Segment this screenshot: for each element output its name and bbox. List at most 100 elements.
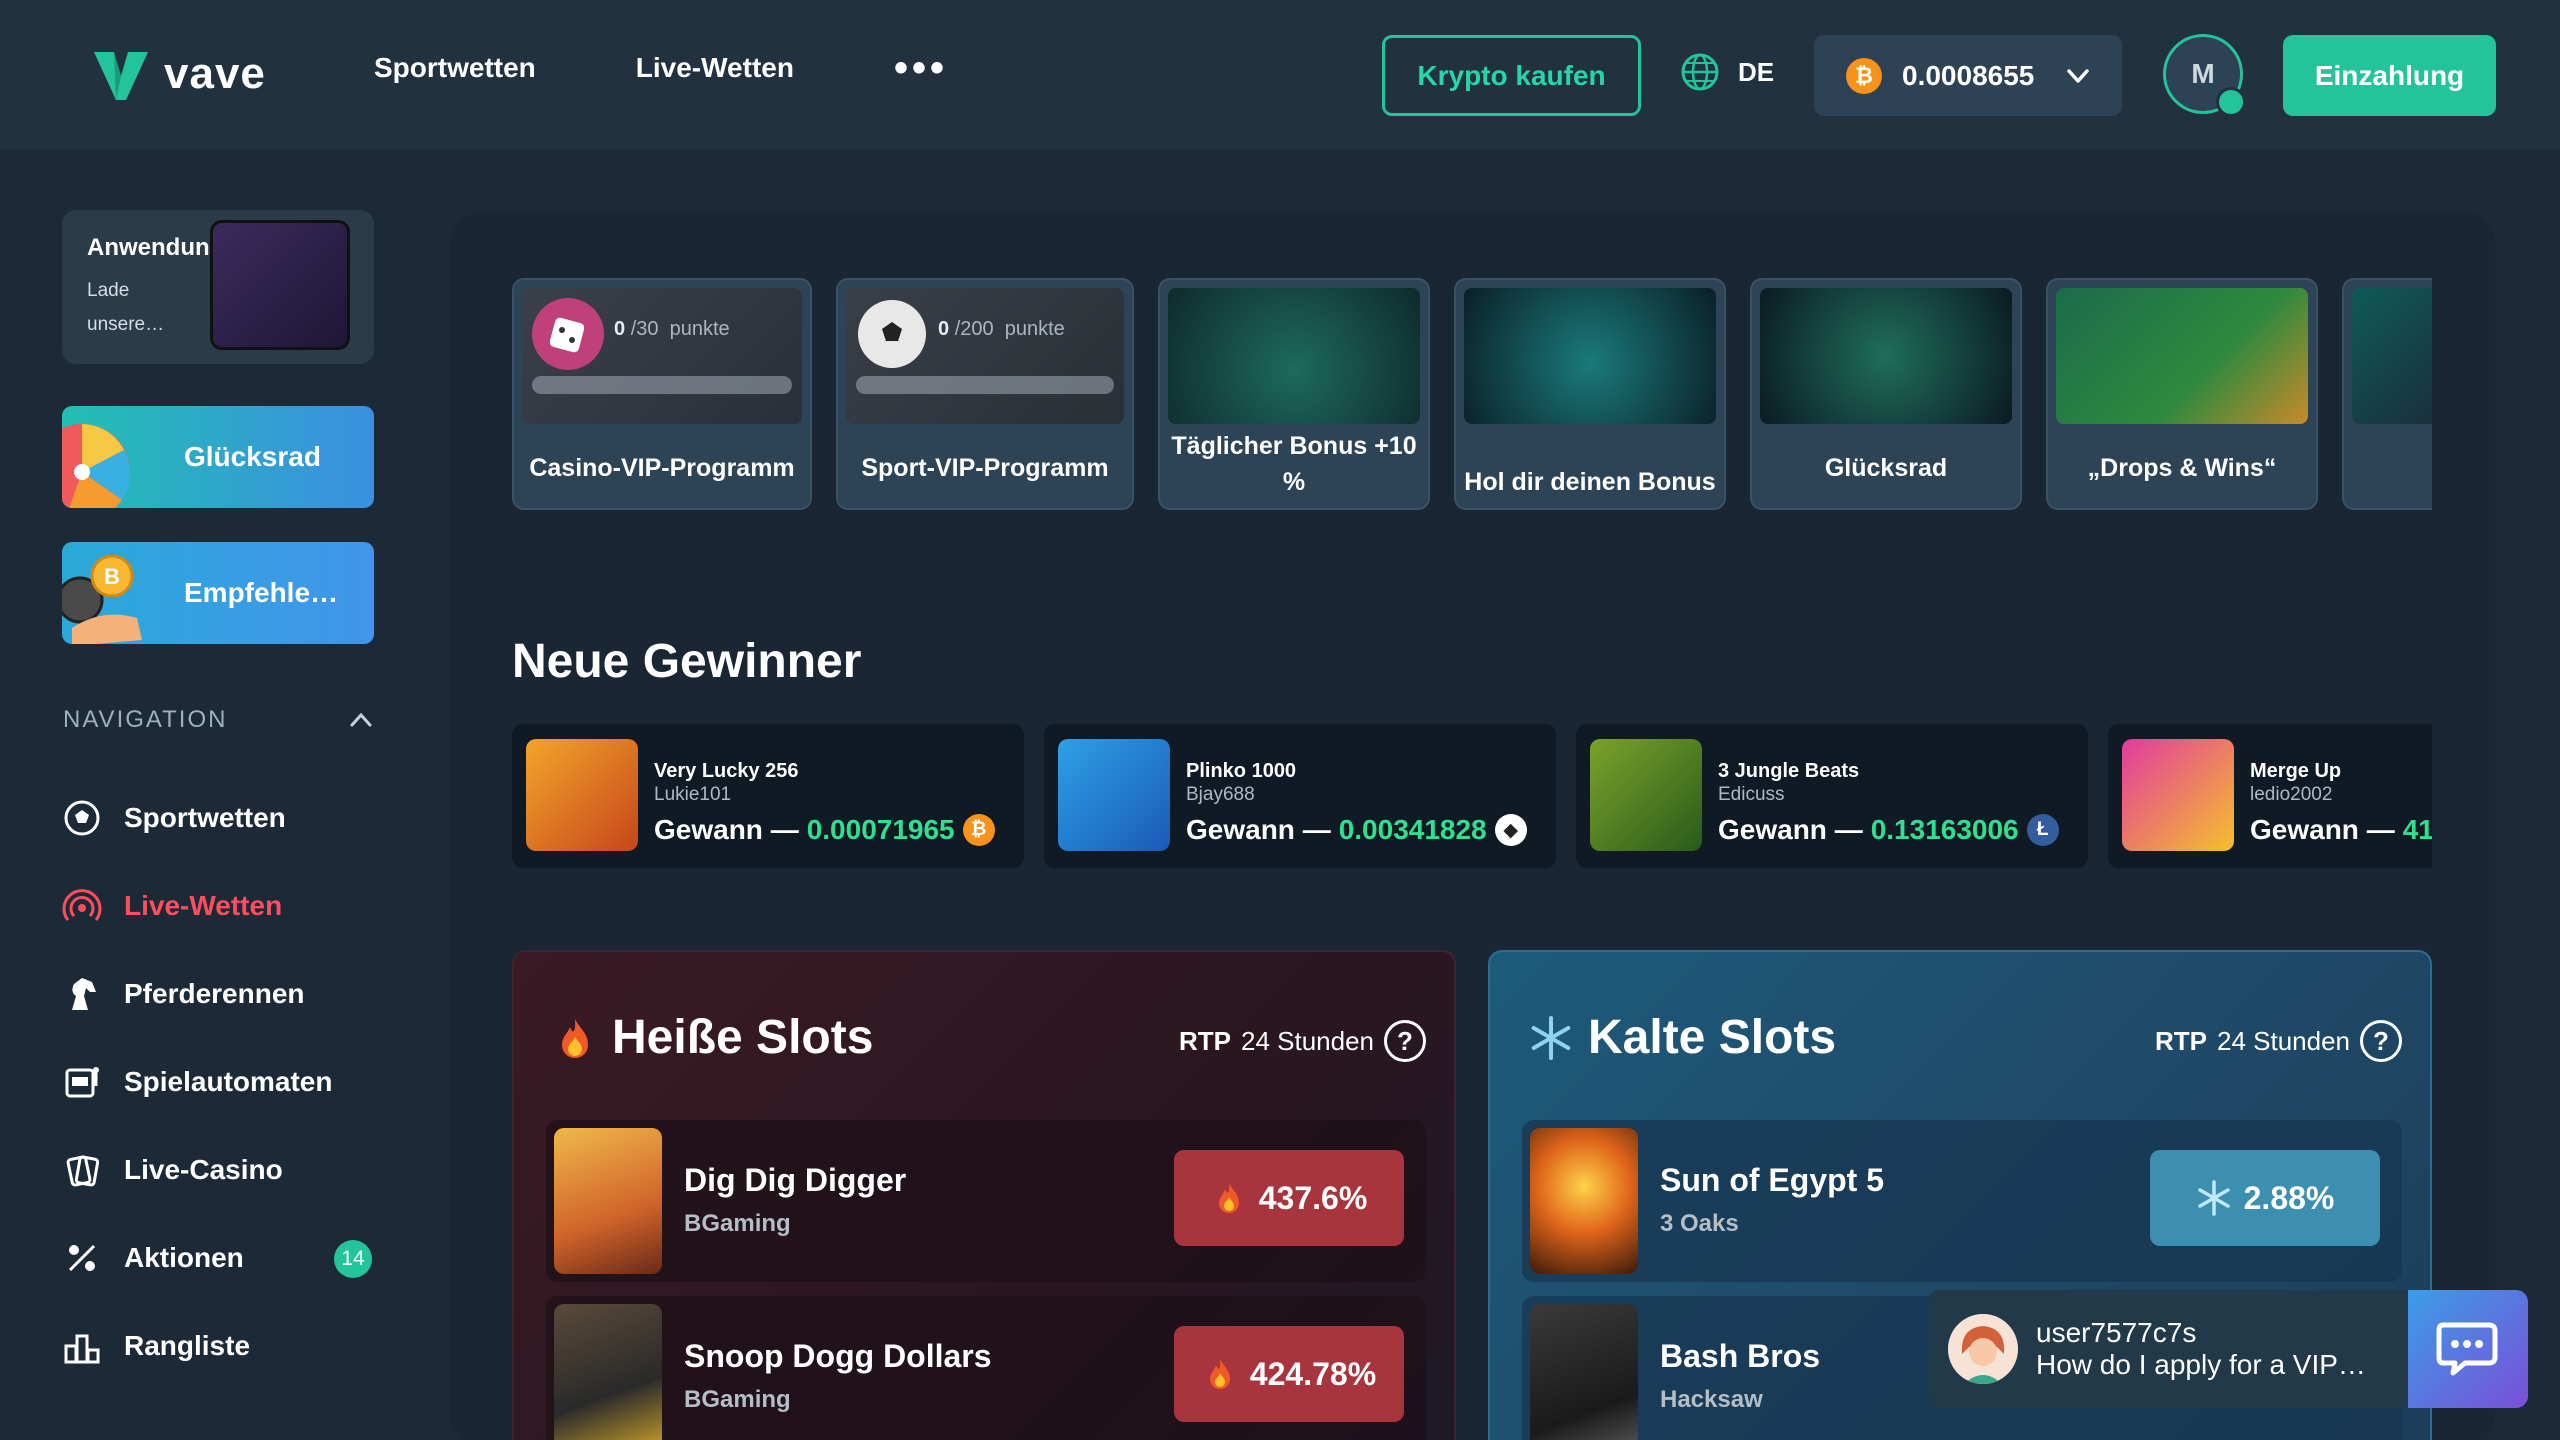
more-menu-icon[interactable]: ••• (894, 48, 948, 88)
app-card-subtitle: Lade unsere… (87, 280, 165, 335)
game-thumbnail (1590, 739, 1702, 851)
avatar-initial: M (2191, 58, 2215, 89)
winner-user: ledio2002 (2250, 784, 2333, 805)
deposit-button[interactable]: Einzahlung (2283, 35, 2496, 116)
chat-text: user7577c7s How do I apply for a VIP… (2036, 1317, 2366, 1381)
litecoin-icon: Ł (2026, 814, 2059, 846)
sidebar: Anwendung Lade unsere… Glücksrad B Empfe… (0, 150, 420, 1440)
promotions-count-badge: 14 (334, 1240, 372, 1278)
sidebar-item-rangliste[interactable]: Rangliste (62, 1302, 382, 1390)
promo-daily-bonus[interactable]: Täglicher Bonus +10 % (1158, 278, 1430, 510)
cold-slots-rtp: RTP 24 Stunden ? (2155, 1020, 2402, 1062)
winner-card[interactable]: 3 Jungle Beats Edicuss Gewann — 0.131630… (1576, 724, 2088, 868)
menu-badge-icon (2216, 87, 2246, 117)
slot-name: Dig Dig Digger (684, 1162, 907, 1198)
coin-hand-icon: B (62, 554, 142, 644)
fire-icon (1209, 1359, 1230, 1389)
winner-card[interactable]: Plinko 1000 Bjay688 Gewann — 0.00341828 … (1044, 724, 1556, 868)
gift-box-image (1168, 288, 1420, 424)
vave-logo-icon (94, 52, 148, 100)
slot-name: Snoop Dogg Dollars (684, 1338, 992, 1374)
winner-card[interactable]: Very Lucky 256 Lukie101 Gewann — 0.00071… (512, 724, 1024, 868)
winner-game: Plinko 1000 (1186, 760, 1297, 782)
sidebar-item-label: Sportwetten (124, 802, 286, 833)
slot-thumbnail (554, 1304, 662, 1440)
chat-preview[interactable]: user7577c7s How do I apply for a VIP… (1928, 1290, 2408, 1408)
balance-amount: 0.0008655 (1902, 59, 2035, 91)
chevron-up-icon (350, 712, 372, 727)
promo-wheel[interactable]: Glücksrad (1750, 278, 2022, 510)
slot-provider: Hacksaw (1660, 1386, 1763, 1413)
promo-drops-wins[interactable]: „Drops & Wins“ (2046, 278, 2318, 510)
referral-button-label: Empfehle… (184, 577, 339, 608)
hot-slots-title: Heiße Slots (552, 1010, 873, 1065)
navigation-section-header[interactable]: NAVIGATION (63, 706, 375, 734)
promo-label: Hol dir deinen Bonus (1464, 468, 1716, 496)
rtp-value-badge: 2.88% (2150, 1150, 2380, 1246)
horse-icon (72, 978, 96, 1010)
winner-card[interactable]: Merge Up ledio2002 Gewann — 41 (2108, 724, 2432, 868)
hot-slots-rtp: RTP 24 Stunden ? (1179, 1020, 1426, 1062)
wheel-button-label: Glücksrad (184, 441, 321, 472)
promo-label: Glücksrad (1824, 454, 1948, 482)
hot-slot-row[interactable]: Dig Dig Digger BGaming 437.6% (546, 1120, 1426, 1282)
sidebar-item-label: Spielautomaten (124, 1066, 333, 1097)
phone-preview-image (210, 220, 350, 350)
logo-text: vave (164, 49, 266, 98)
fire-icon (1218, 1183, 1239, 1213)
winner-game: Very Lucky 256 (654, 760, 799, 782)
winner-amount-line: Gewann — 0.00341828 ◆ (1186, 814, 1527, 846)
promo-label: Täglicher Bonus +10 % (1171, 432, 1417, 496)
slot-thumbnail (1530, 1304, 1638, 1440)
winner-amount: 41 (2402, 814, 2432, 845)
game-thumbnail (526, 739, 638, 851)
sidebar-item-live-wetten[interactable]: Live-Wetten (62, 862, 382, 950)
winner-amount: 0.00341828 (1338, 814, 1487, 845)
top-nav-live-wetten[interactable]: Live-Wetten (636, 52, 794, 84)
sidebar-item-spielautomaten[interactable]: Spielautomaten (62, 1038, 382, 1126)
promo-partial[interactable] (2342, 278, 2432, 510)
balance-dropdown[interactable]: ₿ 0.0008655 (1814, 35, 2122, 116)
vave-logo[interactable]: vave (92, 46, 266, 102)
winner-user: Bjay688 (1186, 784, 1255, 805)
slot-name: Sun of Egypt 5 (1660, 1162, 1884, 1198)
winner-amount-line: Gewann — 0.00071965 ₿ (654, 814, 995, 846)
chat-username: user7577c7s (2036, 1317, 2197, 1348)
cold-slot-row[interactable]: Sun of Egypt 5 3 Oaks 2.88% (1522, 1120, 2402, 1282)
soccer-ball-icon (858, 300, 926, 368)
sidebar-item-live-casino[interactable]: Live-Casino (62, 1126, 382, 1214)
sport-vip-points: 0 /200 punkte (938, 318, 1065, 340)
top-header: vave Sportwetten Live-Wetten ••• Krypto … (0, 0, 2560, 150)
promo-get-bonus[interactable]: Hol dir deinen Bonus (1454, 278, 1726, 510)
user-avatar[interactable]: M (2163, 34, 2246, 117)
sidebar-item-label: Aktionen (124, 1242, 244, 1273)
wheel-of-fortune-button[interactable]: Glücksrad (62, 406, 374, 508)
wheel-image (1760, 288, 2012, 424)
chat-open-button[interactable] (2408, 1290, 2528, 1408)
referral-button[interactable]: B Empfehle… (62, 542, 374, 644)
fire-icon (562, 1018, 588, 1058)
new-winners-title: Neue Gewinner (512, 635, 862, 688)
winner-amount: 0.13163006 (1870, 814, 2019, 845)
bitcoin-icon: ₿ (1846, 57, 1882, 94)
slot-provider: 3 Oaks (1660, 1210, 1739, 1237)
buy-crypto-button[interactable]: Krypto kaufen (1382, 35, 1641, 116)
promo-sport-vip[interactable]: 0 /200 punkte Sport-VIP-Programm (836, 278, 1134, 510)
promo-casino-vip[interactable]: 0 /30 punkte Casino-VIP-Programm (512, 278, 812, 510)
help-icon[interactable]: ? (2360, 1020, 2402, 1062)
hot-slot-row[interactable]: Snoop Dogg Dollars BGaming 424.78% (546, 1296, 1426, 1440)
app-download-card[interactable]: Anwendung Lade unsere… (62, 210, 374, 364)
winner-user: Edicuss (1718, 784, 1785, 805)
drops-wins-image (2056, 288, 2308, 424)
top-nav-sportwetten[interactable]: Sportwetten (374, 52, 536, 84)
sidebar-item-pferderennen[interactable]: Pferderennen (62, 950, 382, 1038)
sidebar-item-label: Rangliste (124, 1330, 251, 1361)
sidebar-item-aktionen[interactable]: Aktionen 14 (62, 1214, 382, 1302)
winners-list: Very Lucky 256 Lukie101 Gewann — 0.00071… (512, 724, 2432, 870)
winner-game: Merge Up (2250, 760, 2342, 782)
globe-icon (1681, 53, 1719, 91)
cards-icon (66, 1155, 100, 1187)
language-selector[interactable]: DE (1680, 52, 1774, 92)
sidebar-item-sportwetten[interactable]: Sportwetten (62, 774, 382, 862)
help-icon[interactable]: ? (1384, 1020, 1426, 1062)
